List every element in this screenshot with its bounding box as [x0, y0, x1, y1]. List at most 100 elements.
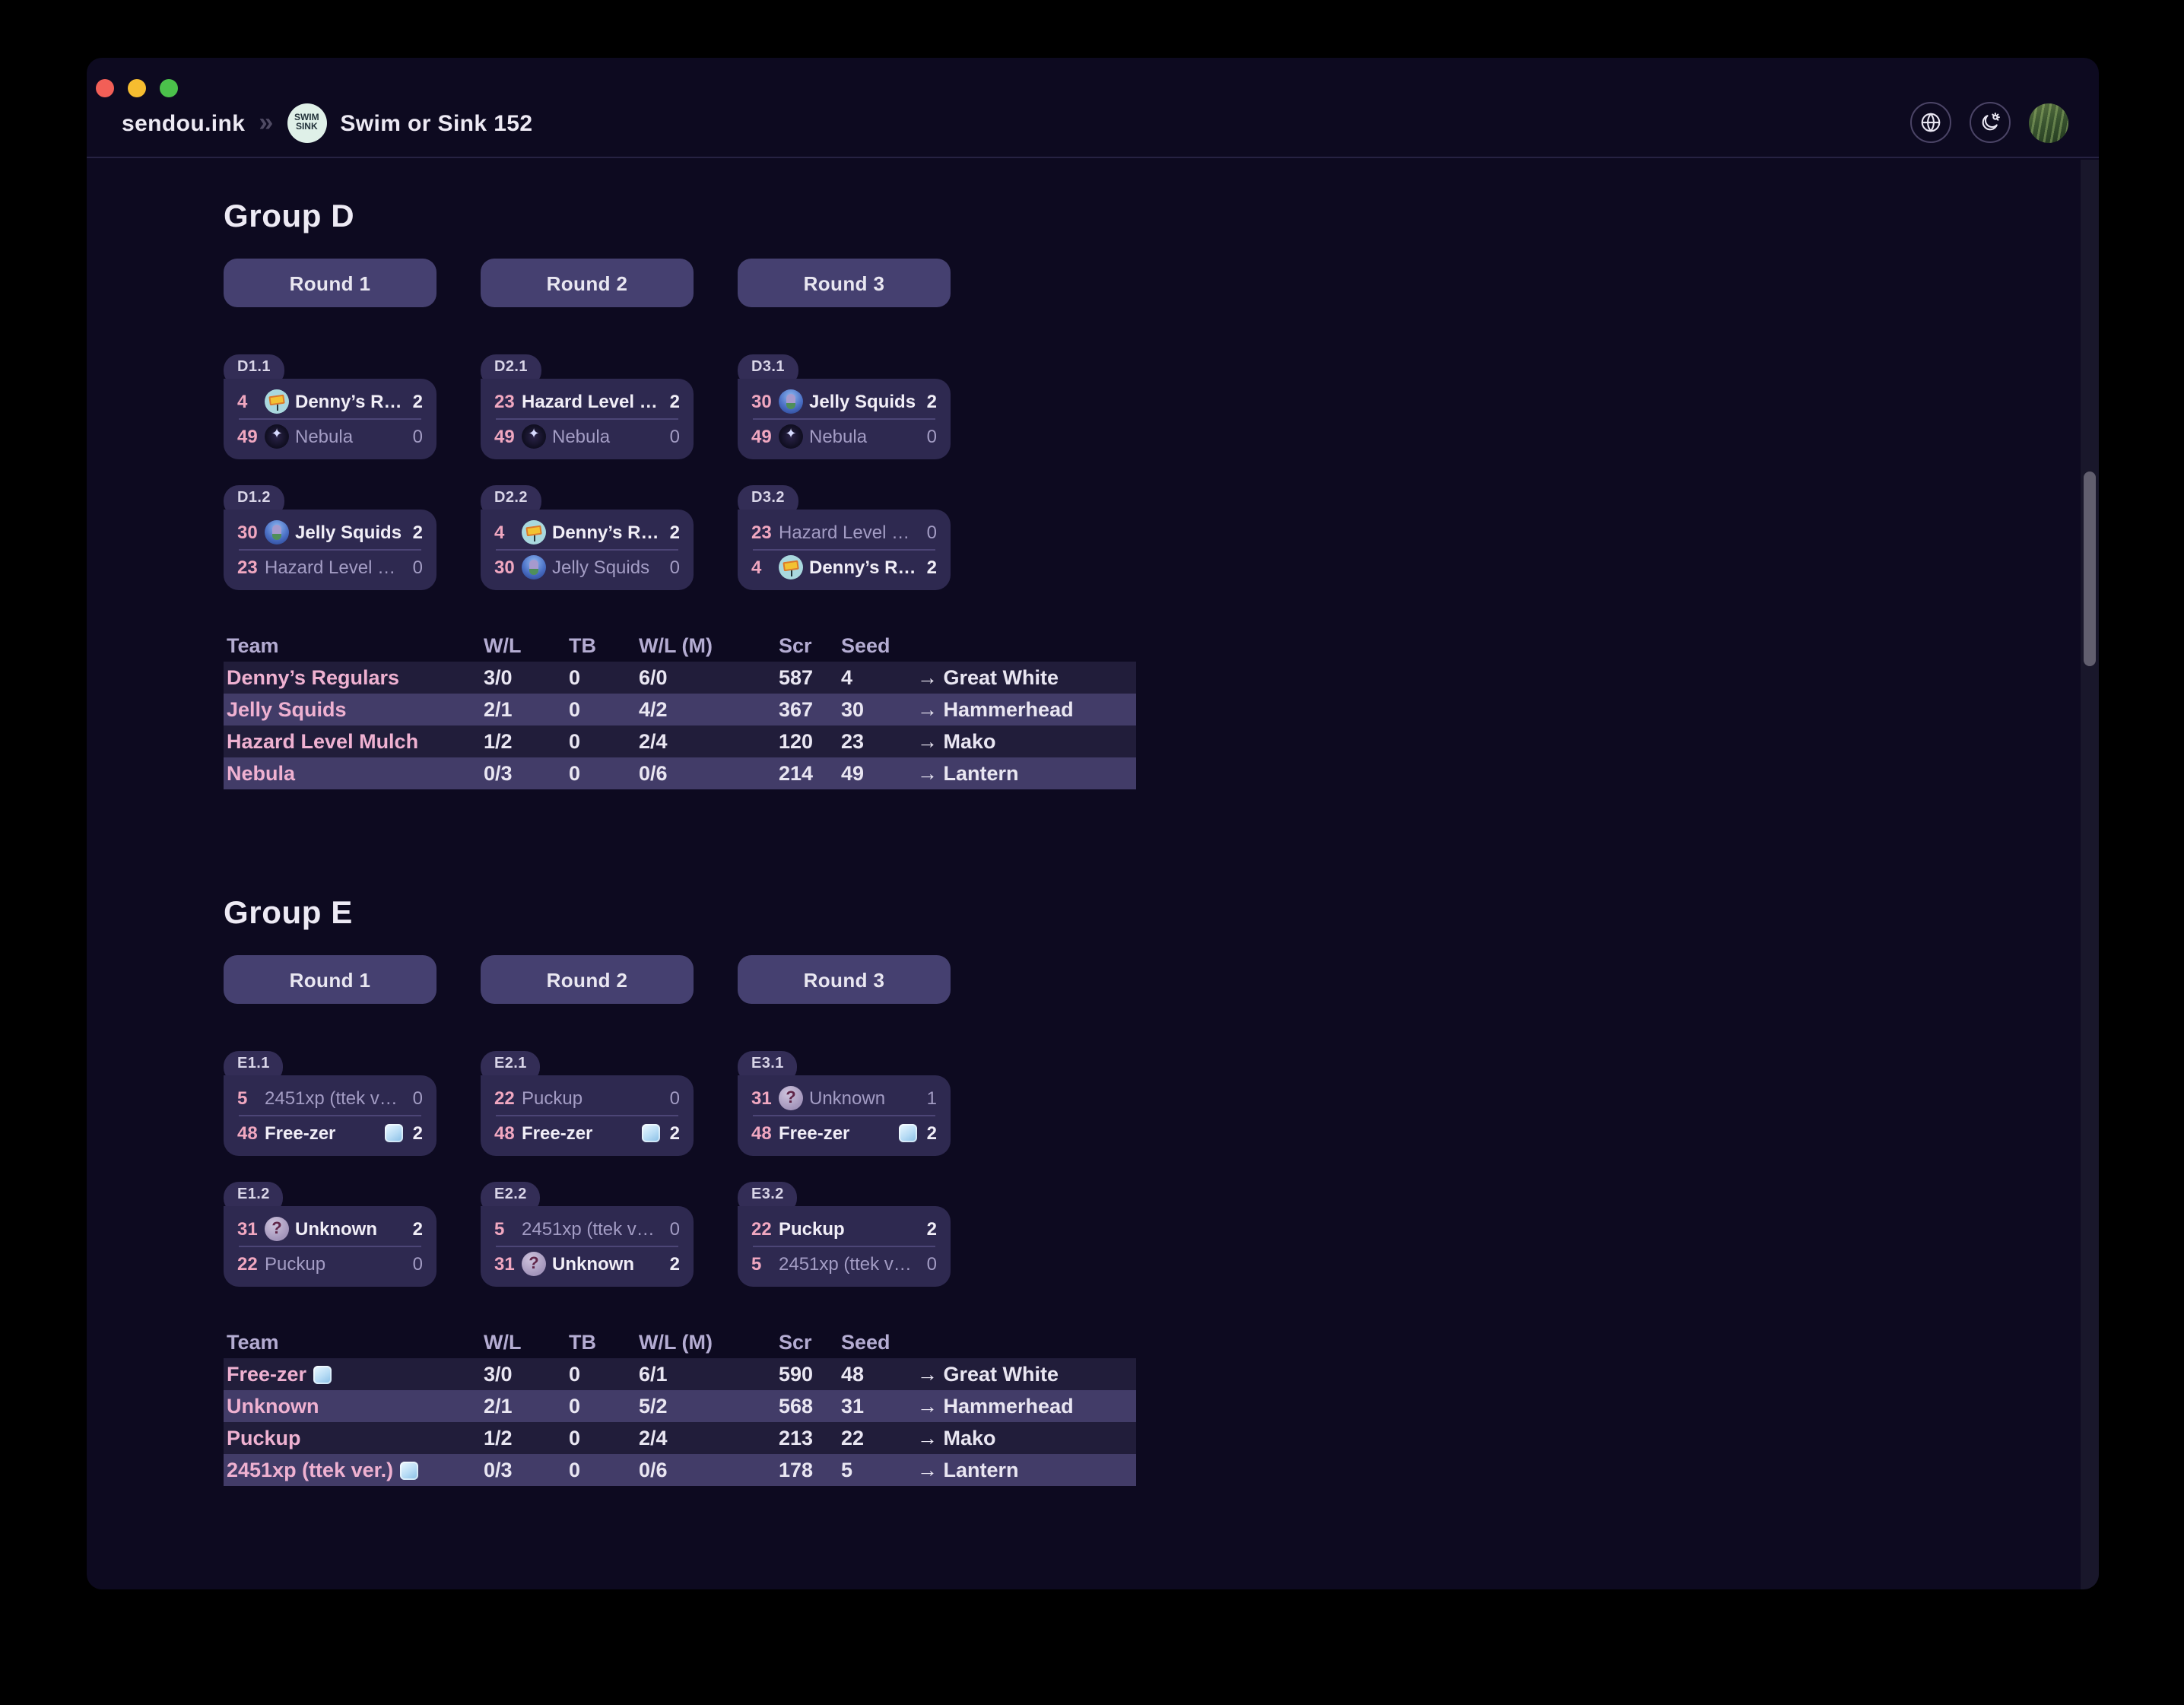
header-tb: TB [566, 634, 636, 657]
match: D1.2 30 Jelly Squids 2 23 Hazard Level M… [224, 482, 436, 590]
match-divider [496, 1246, 678, 1247]
match-card[interactable]: 4 Denny’s Re… 2 49 Nebula 0 [224, 379, 436, 459]
standings-team-name: 2451xp (ttek ver.) [227, 1459, 393, 1481]
round-3-button[interactable]: Round 3 [738, 955, 951, 1004]
match-card[interactable]: 31 Unknown 2 22 Puckup 0 [224, 1206, 436, 1287]
round-1-button[interactable]: Round 1 [224, 259, 436, 307]
standings-destination: → Great White [914, 1363, 1136, 1386]
standings-team-name: Nebula [227, 762, 295, 785]
match-divider [239, 549, 421, 551]
standings-wlm: 0/6 [636, 762, 776, 785]
standings-team-link[interactable]: Unknown [224, 1395, 481, 1418]
match-card[interactable]: 22 Puckup 0 48 Free-zer 2 [481, 1075, 694, 1156]
standings-destination: → Great White [914, 666, 1136, 689]
standings-wlm: 5/2 [636, 1395, 776, 1418]
standings-wlm: 2/4 [636, 730, 776, 753]
scrollbar-thumb[interactable] [2084, 471, 2096, 666]
user-avatar[interactable] [2029, 103, 2068, 142]
team-name: 2451xp (ttek ver.) [779, 1253, 918, 1275]
standings-team-link[interactable]: Nebula [224, 762, 481, 785]
standings-body: Denny’s Regulars 3/0 0 6/0 587 4 → Great… [224, 662, 1136, 789]
team-seed: 4 [494, 522, 516, 543]
match-divider [496, 1115, 678, 1116]
standings-team-link[interactable]: Denny’s Regulars [224, 666, 481, 689]
matches-grid: D1.1 4 Denny’s Re… 2 49 Nebula 0 D2.1 23 [224, 351, 951, 590]
navbar-actions [1910, 102, 2068, 143]
app-window: sendou.ink » SWIMSINK Swim or Sink 152 G… [87, 58, 2099, 1589]
standings-row: 2451xp (ttek ver.) 0/3 0 0/6 178 5 → Lan… [224, 1454, 1136, 1486]
minimize-window-button[interactable] [128, 79, 146, 97]
round-2-button[interactable]: Round 2 [481, 259, 694, 307]
standings-seed: 23 [838, 730, 914, 753]
match-card[interactable]: 31 Unknown 1 48 Free-zer 2 [738, 1075, 951, 1156]
standings-team-name: Unknown [227, 1395, 319, 1418]
standings-team-name: Free-zer [227, 1363, 306, 1386]
standings-team-link[interactable]: 2451xp (ttek ver.) [224, 1459, 481, 1481]
round-3-button[interactable]: Round 3 [738, 259, 951, 307]
standings-score: 120 [776, 730, 838, 753]
team-name: Jelly Squids [295, 522, 404, 543]
team-score: 2 [413, 1122, 423, 1144]
standings-team-link[interactable]: Hazard Level Mulch [224, 730, 481, 753]
chevron-right-icon: » [259, 109, 273, 135]
standings-team-link[interactable]: Free-zer [224, 1363, 481, 1386]
team-name: 2451xp (ttek ver.) [522, 1218, 661, 1240]
team-name: Nebula [809, 426, 918, 447]
match-card[interactable]: 4 Denny’s Re… 2 30 Jelly Squids 0 [481, 510, 694, 590]
match-team-row: 23 Hazard Level M… 2 [494, 386, 680, 417]
match-card[interactable]: 23 Hazard Level M… 2 49 Nebula 0 [481, 379, 694, 459]
team-score: 2 [413, 1218, 423, 1240]
match: D3.1 30 Jelly Squids 2 49 Nebula 0 [738, 351, 951, 459]
tournament-logo[interactable]: SWIMSINK [287, 103, 326, 143]
top-navbar: sendou.ink » SWIMSINK Swim or Sink 152 [87, 58, 2099, 158]
standings-team-link[interactable]: Puckup [224, 1427, 481, 1449]
match-divider [753, 549, 935, 551]
standings-destination: → Lantern [914, 1459, 1136, 1481]
standings-tb: 0 [566, 1427, 636, 1449]
standings-wl: 0/3 [481, 1459, 566, 1481]
team-seed: 22 [494, 1087, 516, 1109]
team-avatar-icon [779, 389, 803, 414]
match-card[interactable]: 30 Jelly Squids 2 23 Hazard Level M… 0 [224, 510, 436, 590]
standings-score: 568 [776, 1395, 838, 1418]
standings-seed: 31 [838, 1395, 914, 1418]
team-avatar-icon [522, 520, 546, 545]
match-divider [239, 418, 421, 420]
standings-wl: 1/2 [481, 730, 566, 753]
theme-toggle-button[interactable] [1970, 102, 2011, 143]
match: E3.2 22 Puckup 2 5 2451xp (ttek ver.) 0 [738, 1179, 951, 1287]
match-team-row: 22 Puckup 2 [751, 1214, 937, 1244]
team-seed: 48 [494, 1122, 516, 1144]
match: D2.1 23 Hazard Level M… 2 49 Nebula 0 [481, 351, 694, 459]
standings-row: Puckup 1/2 0 2/4 213 22 → Mako [224, 1422, 1136, 1454]
language-button[interactable] [1910, 102, 1951, 143]
team-score: 0 [927, 522, 937, 543]
match-card[interactable]: 5 2451xp (ttek ver.) 0 48 Free-zer 2 [224, 1075, 436, 1156]
tournament-title-link[interactable]: Swim or Sink 152 [340, 110, 532, 136]
team-score: 0 [413, 1253, 423, 1275]
round-1-button[interactable]: Round 1 [224, 955, 436, 1004]
standings-seed: 4 [838, 666, 914, 689]
zoom-window-button[interactable] [160, 79, 178, 97]
team-score: 0 [413, 426, 423, 447]
team-name: 2451xp (ttek ver.) [265, 1087, 404, 1109]
standings-team-link[interactable]: Jelly Squids [224, 698, 481, 721]
match-card[interactable]: 22 Puckup 2 5 2451xp (ttek ver.) 0 [738, 1206, 951, 1287]
team-name: Denny’s Re… [552, 522, 661, 543]
site-home-link[interactable]: sendou.ink [122, 110, 245, 136]
team-score: 2 [927, 1122, 937, 1144]
team-score: 0 [927, 1253, 937, 1275]
standings-wlm: 2/4 [636, 1427, 776, 1449]
team-seed: 31 [237, 1218, 259, 1240]
match-card[interactable]: 23 Hazard Level M… 0 4 Denny’s Re… 2 [738, 510, 951, 590]
team-score: 0 [670, 1218, 680, 1240]
standings-score: 587 [776, 666, 838, 689]
standings-header: Team W/L TB W/L (M) Scr Seed [224, 630, 1136, 662]
scrollbar-track[interactable] [2081, 160, 2099, 1589]
match-card[interactable]: 30 Jelly Squids 2 49 Nebula 0 [738, 379, 951, 459]
team-seed: 31 [751, 1087, 773, 1109]
round-2-button[interactable]: Round 2 [481, 955, 694, 1004]
match-card[interactable]: 5 2451xp (ttek ver.) 0 31 Unknown 2 [481, 1206, 694, 1287]
team-name: Nebula [295, 426, 404, 447]
close-window-button[interactable] [96, 79, 114, 97]
